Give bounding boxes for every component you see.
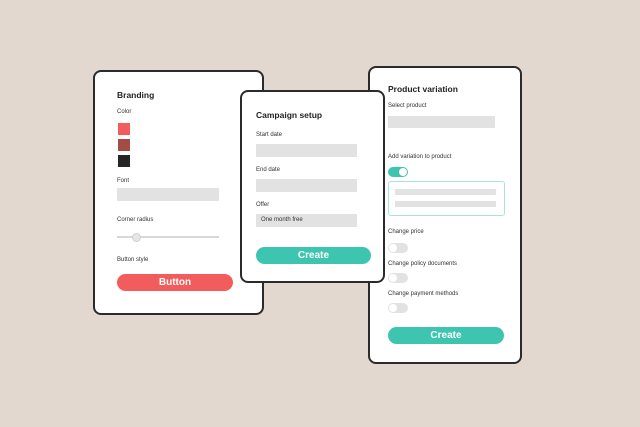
start-date-field[interactable]	[256, 144, 357, 157]
style-preview-button[interactable]: Button	[117, 274, 233, 291]
variation-line	[395, 189, 496, 195]
select-product-field[interactable]	[388, 116, 495, 128]
offer-field[interactable]: One month free	[256, 214, 357, 227]
corner-radius-slider[interactable]	[117, 232, 219, 242]
add-variation-toggle[interactable]	[388, 167, 408, 177]
color-swatch-brown[interactable]	[118, 139, 130, 151]
toggle-knob	[389, 274, 397, 282]
button-style-label: Button style	[117, 257, 149, 263]
product-variation-title: Product variation	[388, 84, 458, 94]
start-date-label: Start date	[256, 132, 283, 138]
color-swatch-black[interactable]	[118, 155, 130, 167]
color-label: Color	[117, 109, 132, 115]
branding-title: Branding	[117, 90, 155, 100]
change-policy-toggle[interactable]	[388, 273, 408, 283]
toggle-knob	[389, 304, 397, 312]
add-variation-label: Add variation to product	[388, 154, 452, 160]
campaign-setup-title: Campaign setup	[256, 110, 323, 120]
change-policy-label: Change policy documents	[388, 261, 458, 267]
campaign-create-button[interactable]: Create	[256, 247, 371, 264]
offer-label: Offer	[256, 202, 270, 208]
change-payment-label: Change payment methods	[388, 291, 459, 297]
color-swatch-red[interactable]	[118, 123, 130, 135]
select-product-label: Select product	[388, 103, 427, 109]
toggle-knob	[389, 244, 397, 252]
font-field[interactable]	[117, 188, 219, 201]
change-payment-toggle[interactable]	[388, 303, 408, 313]
change-price-label: Change price	[388, 229, 424, 235]
variation-line	[395, 201, 496, 207]
corner-radius-label: Corner radius	[117, 217, 154, 223]
change-price-toggle[interactable]	[388, 243, 408, 253]
campaign-setup-card: Campaign setup Start date End date Offer…	[240, 90, 385, 283]
variation-panel	[388, 181, 505, 216]
font-label: Font	[117, 178, 130, 184]
slider-handle[interactable]	[132, 233, 141, 242]
end-date-label: End date	[256, 167, 281, 173]
end-date-field[interactable]	[256, 179, 357, 192]
toggle-knob	[399, 168, 407, 176]
product-variation-card: Product variation Select product Add var…	[368, 66, 522, 364]
branding-card: Branding Color Font Corner radius Button…	[93, 70, 264, 315]
product-create-button[interactable]: Create	[388, 327, 504, 344]
